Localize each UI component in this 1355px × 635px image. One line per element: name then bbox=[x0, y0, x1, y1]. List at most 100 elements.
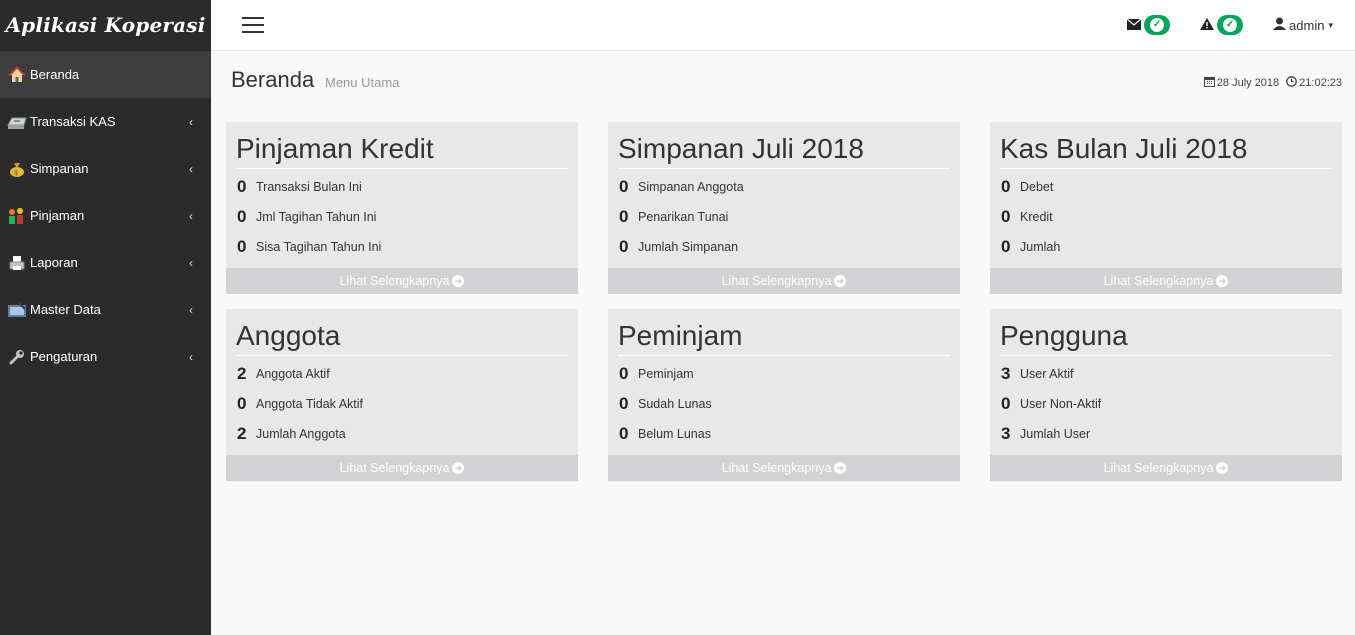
sidebar-item-beranda[interactable]: Beranda bbox=[0, 51, 211, 98]
sidebar-item-label: Pengaturan bbox=[30, 349, 98, 364]
card-stats: 3 User Aktif 0 User Non-Aktif 3 Jumlah User bbox=[1001, 359, 1101, 449]
cash-register-icon bbox=[6, 112, 28, 132]
chevron-left-icon: ‹ bbox=[189, 349, 193, 364]
stat-value: 0 bbox=[1001, 207, 1011, 226]
stat-label: Anggota Tidak Aktif bbox=[256, 397, 364, 411]
stat-label: User Aktif bbox=[1020, 367, 1074, 381]
page-title: Beranda bbox=[231, 67, 315, 92]
people-icon bbox=[6, 206, 28, 226]
content-header: Beranda Menu Utama 28 July 2018 21:02:23 bbox=[211, 51, 1355, 111]
card-stats: 0 Debet 0 Kredit 0 Jumlah bbox=[1001, 172, 1060, 262]
current-date: 28 July 2018 bbox=[1216, 77, 1280, 89]
stat-label: Jml Tagihan Tahun Ini bbox=[256, 210, 377, 224]
stat-row: 0 Kredit bbox=[1001, 202, 1060, 232]
stat-label: Jumlah Simpanan bbox=[638, 240, 739, 254]
hamburger-line bbox=[242, 24, 264, 26]
more-info-link[interactable]: Lihat Selengkapnya ➜ bbox=[608, 455, 960, 481]
status-badge: ✓ bbox=[1217, 15, 1244, 35]
hamburger-line bbox=[242, 31, 264, 33]
notifications-button[interactable]: ✓ bbox=[1200, 15, 1244, 35]
card-stats: 0 Simpanan Anggota 0 Penarikan Tunai 0 Juml… bbox=[619, 172, 744, 262]
sidebar-toggle-button[interactable] bbox=[242, 17, 264, 33]
stat-row: 0 Belum Lunas bbox=[619, 419, 712, 449]
stat-value: 0 bbox=[237, 207, 247, 226]
more-info-label: Lihat Selengkapnya bbox=[339, 461, 450, 475]
card-stats: 0 Peminjam 0 Sudah Lunas 0 Belum Lunas bbox=[619, 359, 712, 449]
stat-label: Penarikan Tunai bbox=[638, 210, 729, 224]
card-kas-bulan: Kas Bulan Juli 2018 0 Debet 0 Kredit 0 Juml… bbox=[990, 122, 1342, 294]
stat-row: 2 Anggota Aktif bbox=[237, 359, 363, 389]
sidebar: Aplikasi Koperasi Beranda Transaksi KAS … bbox=[0, 0, 211, 635]
brand-text: Aplikasi Koperasi bbox=[5, 13, 206, 37]
stat-row: 0 Jumlah bbox=[1001, 232, 1060, 262]
more-info-label: Lihat Selengkapnya bbox=[339, 274, 450, 288]
more-info-label: Lihat Selengkapnya bbox=[1103, 461, 1214, 475]
house-icon bbox=[6, 65, 28, 85]
arrow-circle-right-icon: ➜ bbox=[1216, 275, 1229, 287]
stat-row: 0 Transaksi Bulan Ini bbox=[237, 172, 381, 202]
svg-text:$: $ bbox=[14, 169, 18, 177]
more-info-link[interactable]: Lihat Selengkapnya ➜ bbox=[226, 455, 578, 481]
sidebar-item-pinjaman[interactable]: Pinjaman ‹ bbox=[0, 192, 211, 239]
chevron-left-icon: ‹ bbox=[189, 255, 193, 270]
card-pengguna: Pengguna 3 User Aktif 0 User Non-Aktif 3 Ju… bbox=[990, 309, 1342, 481]
stat-row: 0 Debet bbox=[1001, 172, 1060, 202]
stat-row: 0 Anggota Tidak Aktif bbox=[237, 389, 363, 419]
calendar-icon bbox=[1203, 76, 1215, 90]
more-info-link[interactable]: Lihat Selengkapnya ➜ bbox=[990, 455, 1342, 481]
user-menu-dropdown[interactable]: admin ▾ bbox=[1273, 17, 1333, 33]
sidebar-item-label: Laporan bbox=[30, 255, 78, 270]
caret-down-icon: ▾ bbox=[1328, 19, 1333, 30]
stat-label: Belum Lunas bbox=[638, 427, 711, 441]
stat-label: Peminjam bbox=[638, 367, 694, 381]
sidebar-item-simpanan[interactable]: $ Simpanan ‹ bbox=[0, 145, 211, 192]
card-title: Pinjaman Kredit bbox=[236, 132, 568, 169]
stat-label: Jumlah User bbox=[1020, 427, 1091, 441]
more-info-label: Lihat Selengkapnya bbox=[721, 461, 832, 475]
stat-value: 0 bbox=[619, 424, 629, 443]
printer-icon bbox=[6, 253, 28, 273]
page-subtitle: Menu Utama bbox=[325, 75, 400, 90]
stat-row: 0 Peminjam bbox=[619, 359, 712, 389]
sidebar-item-label: Beranda bbox=[30, 67, 80, 82]
chevron-left-icon: ‹ bbox=[189, 114, 193, 129]
chevron-left-icon: ‹ bbox=[189, 302, 193, 317]
arrow-circle-right-icon: ➜ bbox=[452, 462, 465, 474]
card-stats: 2 Anggota Aktif 0 Anggota Tidak Aktif 2 Jum… bbox=[237, 359, 363, 449]
stat-label: Kredit bbox=[1020, 210, 1053, 224]
stat-row: 0 Simpanan Anggota bbox=[619, 172, 744, 202]
card-title: Anggota bbox=[236, 319, 568, 356]
stat-value: 3 bbox=[1001, 364, 1011, 383]
user-icon bbox=[1273, 17, 1287, 33]
sidebar-item-transaksi-kas[interactable]: Transaksi KAS ‹ bbox=[0, 98, 211, 145]
stat-value: 0 bbox=[237, 177, 247, 196]
check-icon: ✓ bbox=[1223, 18, 1238, 32]
arrow-circle-right-icon: ➜ bbox=[834, 275, 847, 287]
more-info-link[interactable]: Lihat Selengkapnya ➜ bbox=[990, 268, 1342, 294]
database-icon bbox=[6, 300, 28, 320]
card-title: Pengguna bbox=[1000, 319, 1332, 356]
stat-row: 0 User Non-Aktif bbox=[1001, 389, 1101, 419]
chevron-left-icon: ‹ bbox=[189, 161, 193, 176]
sidebar-menu: Beranda Transaksi KAS ‹ $ Simpanan ‹ Pin… bbox=[0, 51, 211, 380]
sidebar-item-pengaturan[interactable]: Pengaturan ‹ bbox=[0, 333, 211, 380]
arrow-circle-right-icon: ➜ bbox=[452, 275, 465, 287]
sidebar-item-label: Simpanan bbox=[30, 161, 89, 176]
stat-value: 0 bbox=[619, 394, 629, 413]
more-info-label: Lihat Selengkapnya bbox=[1103, 274, 1214, 288]
stat-label: Jumlah bbox=[1020, 240, 1061, 254]
stat-row: 0 Sisa Tagihan Tahun Ini bbox=[237, 232, 381, 262]
card-pinjaman-kredit: Pinjaman Kredit 0 Transaksi Bulan Ini 0 Jm… bbox=[226, 122, 578, 294]
more-info-link[interactable]: Lihat Selengkapnya ➜ bbox=[608, 268, 960, 294]
brand-logo[interactable]: Aplikasi Koperasi bbox=[0, 0, 211, 51]
messages-button[interactable]: ✓ bbox=[1126, 15, 1171, 35]
sidebar-item-laporan[interactable]: Laporan ‹ bbox=[0, 239, 211, 286]
stat-label: Debet bbox=[1020, 180, 1054, 194]
card-title: Peminjam bbox=[618, 319, 950, 356]
username-label: admin bbox=[1289, 17, 1325, 33]
date-time-display: 28 July 2018 21:02:23 bbox=[1203, 76, 1342, 90]
stat-value: 2 bbox=[237, 364, 247, 383]
more-info-link[interactable]: Lihat Selengkapnya ➜ bbox=[226, 268, 578, 294]
sidebar-item-master-data[interactable]: Master Data ‹ bbox=[0, 286, 211, 333]
card-simpanan: Simpanan Juli 2018 0 Simpanan Anggota 0 Pe… bbox=[608, 122, 960, 294]
